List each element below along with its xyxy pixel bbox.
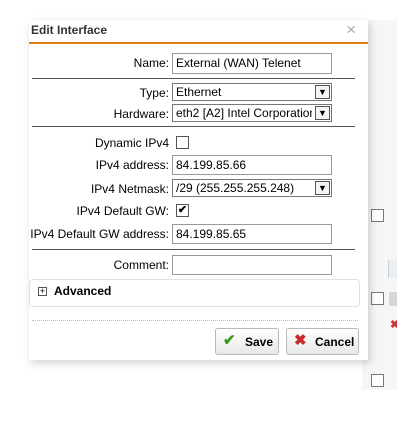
advanced-label[interactable]: Advanced [54,284,111,298]
divider [32,249,355,250]
ipv4-netmask-select-value: /29 (255.255.255.248) [176,181,295,195]
comment-label: Comment: [113,258,169,272]
ipv4-default-gw-address-input[interactable]: 84.199.85.65 [172,224,332,244]
advanced-section[interactable]: + Advanced [29,279,360,307]
background-checkbox [371,374,384,387]
ipv4-address-input[interactable]: 84.199.85.66 [172,155,332,175]
hardware-select-value: eth2 [A2] Intel Corporation [176,106,312,120]
name-input[interactable]: External (WAN) Telenet [172,53,332,74]
ipv4-default-gw-checkbox[interactable]: ✔ [176,204,189,217]
chevron-down-icon[interactable]: ▼ [315,106,330,120]
hardware-label: Hardware: [113,107,169,121]
ipv4-default-gw-label: IPv4 Default GW: [76,204,169,218]
ipv4-netmask-label: IPv4 Netmask: [90,182,169,196]
dynamic-ipv4-checkbox[interactable] [176,136,189,149]
cancel-icon: ✖ [294,332,307,349]
name-label: Name: [133,56,169,70]
checkmark-icon: ✔ [223,332,236,349]
hardware-row: Hardware: eth2 [A2] Intel Corporation ▼ [29,104,368,125]
chevron-down-icon[interactable]: ▼ [315,85,330,99]
background-panel-strip [388,260,397,278]
background-checkbox [371,209,384,222]
name-row: Name: External (WAN) Telenet [29,53,368,74]
dotted-divider [32,320,358,321]
ipv4-address-row: IPv4 address: 84.199.85.66 [29,155,368,176]
ipv4-address-label: IPv4 address: [95,158,169,172]
cancel-button[interactable]: ✖ Cancel [286,328,359,355]
background-delete-icon: ✖ [390,319,397,331]
cancel-button-label: Cancel [315,335,355,349]
ipv4-netmask-select[interactable]: /29 (255.255.255.248) ▼ [172,179,332,197]
hardware-select[interactable]: eth2 [A2] Intel Corporation ▼ [172,104,332,122]
comment-input[interactable] [172,255,332,275]
ipv4-default-gw-address-label: IPv4 Default GW address: [30,227,169,241]
save-button[interactable]: ✔ Save [215,328,279,355]
comment-row: Comment: [29,255,368,276]
divider [32,78,355,79]
ipv4-default-gw-row: IPv4 Default GW: ✔ [29,201,368,222]
dialog-titlebar: Edit Interface × [29,20,368,44]
save-button-label: Save [245,335,274,349]
ipv4-default-gw-address-row: IPv4 Default GW address: 84.199.85.65 [29,224,368,245]
chevron-down-icon[interactable]: ▼ [315,181,330,195]
divider [32,126,355,127]
type-row: Type: Ethernet ▼ [29,83,368,104]
close-icon[interactable]: × [346,21,356,39]
dynamic-ipv4-row: Dynamic IPv4 [29,133,368,154]
type-select-value: Ethernet [176,85,222,99]
edit-interface-dialog: Edit Interface × Name: External (WAN) Te… [29,20,368,360]
type-select[interactable]: Ethernet ▼ [172,83,332,101]
dialog-title: Edit Interface [31,23,108,37]
background-checkbox [371,292,384,305]
expand-icon[interactable]: + [38,287,47,296]
ipv4-netmask-row: IPv4 Netmask: /29 (255.255.255.248) ▼ [29,179,368,200]
dynamic-ipv4-label: Dynamic IPv4 [94,136,169,150]
type-label: Type: [139,86,169,100]
background-panel-strip [389,292,397,306]
